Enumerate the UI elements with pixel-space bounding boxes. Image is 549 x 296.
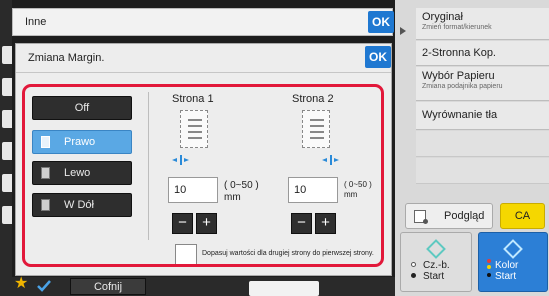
- start-color-line1: Kolor: [495, 260, 519, 271]
- clear-all-button[interactable]: CA: [500, 203, 545, 229]
- dialog-title: Zmiana Margin.: [28, 52, 105, 64]
- menu-item-sublabel: Zmień format/kierunek: [422, 24, 492, 31]
- start-diamond-icon: [503, 239, 523, 259]
- color-dot-icon: [487, 273, 491, 277]
- check-icon[interactable]: [36, 278, 52, 294]
- menu-item-label: Oryginał: [422, 11, 463, 23]
- start-diamond-icon: [426, 239, 446, 259]
- menu-item-label: Wybór Papieru: [422, 70, 495, 82]
- start-bw-button[interactable]: Cz.-b. Start: [400, 232, 472, 292]
- preview-button[interactable]: Podgląd: [405, 203, 493, 229]
- menu-item-duplex-copy[interactable]: 2-Stronna Kop.: [416, 41, 549, 66]
- menu-item-original[interactable]: Oryginał Zmień format/kierunek: [416, 8, 549, 40]
- start-bw-line1: Cz.-b.: [423, 260, 450, 271]
- start-color-label: Kolor Start: [495, 260, 518, 282]
- start-bw-line2: Start: [423, 271, 445, 282]
- menu-item-empty: [416, 158, 549, 184]
- menu-item-sublabel: Zmiana podajnika papieru: [422, 83, 503, 90]
- background-tab: [2, 206, 12, 224]
- back-button[interactable]: Cofnij: [70, 278, 146, 295]
- other-settings-bar: Inne: [12, 8, 393, 36]
- menu-item-empty: [416, 131, 549, 157]
- dialog-ok-button[interactable]: OK: [365, 46, 391, 68]
- background-tab: [2, 46, 12, 64]
- background-tab: [2, 174, 12, 192]
- start-color-button[interactable]: Kolor Start: [478, 232, 548, 292]
- background-tab: [2, 110, 12, 128]
- background-tab: [2, 78, 12, 96]
- preview-sheet: [249, 281, 319, 296]
- menu-item-label: 2-Stronna Kop.: [422, 47, 496, 59]
- star-icon[interactable]: ★: [14, 275, 28, 293]
- menu-item-background-adjust[interactable]: Wyrównanie tła: [416, 102, 549, 130]
- start-bw-label: Cz.-b. Start: [423, 260, 450, 282]
- preview-label: Podgląd: [444, 210, 485, 222]
- bw-dot-icon: [411, 273, 416, 278]
- menu-item-label: Wyrównanie tła: [422, 109, 498, 121]
- other-ok-button[interactable]: OK: [368, 11, 394, 33]
- color-dot-icon: [487, 265, 491, 269]
- background-tab: [2, 142, 12, 160]
- menu-item-paper-select[interactable]: Wybór Papieru Zmiana podajnika papieru: [416, 67, 549, 101]
- preview-icon: [414, 209, 428, 224]
- bw-dot-icon: [411, 262, 416, 267]
- other-settings-title: Inne: [25, 16, 47, 28]
- divider: [16, 72, 391, 73]
- highlight-frame: [22, 84, 384, 267]
- color-dot-icon: [487, 259, 491, 263]
- start-color-line2: Start: [495, 271, 517, 282]
- expand-arrow-icon[interactable]: [400, 27, 406, 35]
